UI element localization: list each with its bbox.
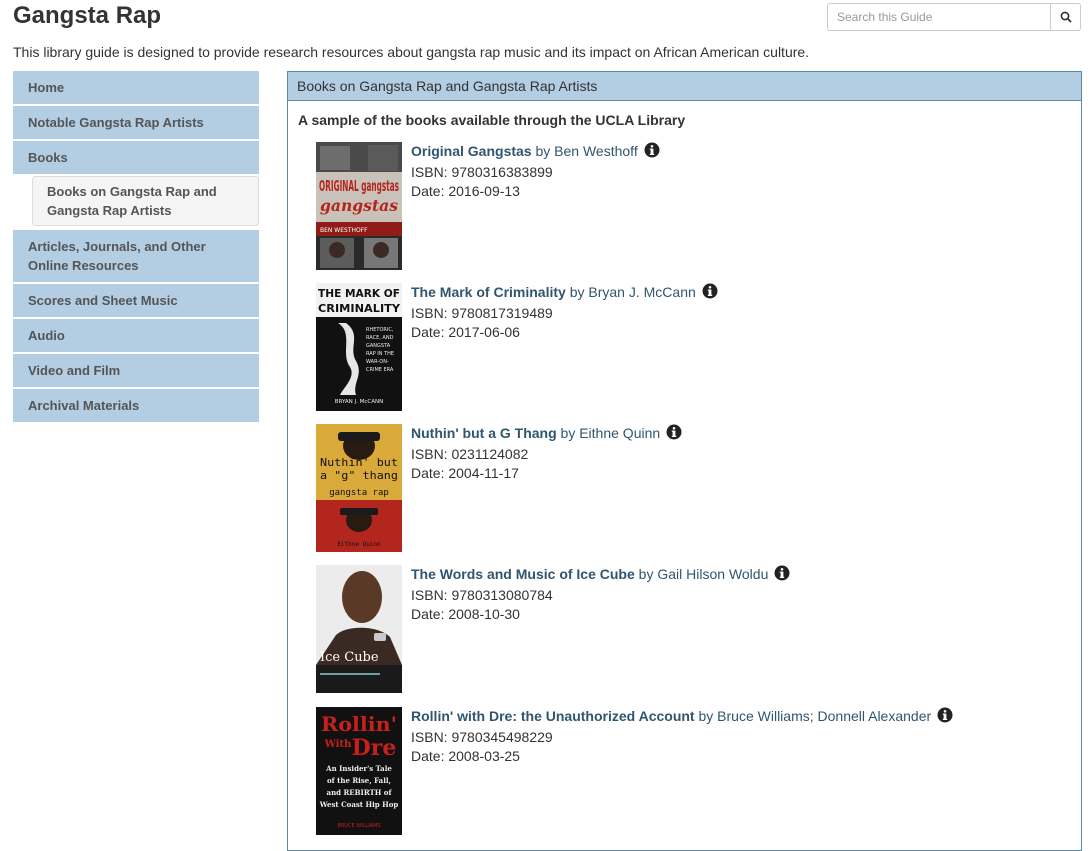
svg-text:RHETORIC,: RHETORIC, [366, 327, 394, 333]
book-cover[interactable]: Ice Cube [316, 565, 402, 693]
book-author-link[interactable]: Bryan J. McCann [588, 284, 695, 300]
info-icon[interactable] [666, 424, 682, 445]
nav-item-audio[interactable]: Audio [13, 319, 259, 352]
nav-item-scores[interactable]: Scores and Sheet Music [13, 284, 259, 317]
svg-text:Rollin': Rollin' [321, 712, 397, 736]
book-info: The Words and Music of Ice Cube by Gail … [411, 565, 1011, 624]
book-info: Nuthin' but a G Thang by Eithne Quinn IS… [411, 424, 1011, 483]
book-by: by [535, 143, 551, 159]
svg-text:Dre: Dre [352, 735, 397, 761]
book-info: The Mark of Criminality by Bryan J. McCa… [411, 283, 1011, 342]
book-title-link[interactable]: Original Gangstas [411, 143, 532, 159]
svg-text:With: With [324, 739, 352, 750]
svg-text:BRUCE WILLIAMS: BRUCE WILLIAMS [337, 823, 380, 829]
cover-author: BEN WESTHOFF [320, 227, 368, 234]
book-info: Original Gangstas by Ben Westhoff ISBN: … [411, 142, 1011, 201]
book-author-link[interactable]: Bruce Williams; Donnell Alexander [717, 708, 931, 724]
book-date: Date: 2004-11-17 [411, 465, 519, 481]
panel-subheading: A sample of the books available through … [298, 112, 686, 128]
book-title-link[interactable]: The Words and Music of Ice Cube [411, 566, 635, 582]
svg-text:WAR-ON-: WAR-ON- [366, 359, 389, 365]
svg-text:THE MARK OF: THE MARK OF [318, 287, 400, 300]
books-panel: Books on Gangsta Rap and Gangsta Rap Art… [287, 71, 1082, 851]
book-author-link[interactable]: Eithne Quinn [579, 425, 660, 441]
svg-text:CRIME ERA: CRIME ERA [366, 367, 394, 373]
search-icon [1060, 11, 1072, 23]
book-title-link[interactable]: Nuthin' but a G Thang [411, 425, 557, 441]
book-date: Date: 2016-09-13 [411, 183, 520, 199]
book-cover[interactable]: ORIGINAL gangstas gangstas BEN WESTHOFF [316, 142, 402, 270]
search-box [827, 3, 1081, 31]
svg-text:gangstas: gangstas [320, 196, 398, 215]
cover-title: ORIGINAL gangstas [319, 177, 399, 195]
svg-text:of the Rise, Fall,: of the Rise, Fall, [327, 776, 391, 785]
book-by: by [569, 284, 585, 300]
book-by: by [698, 708, 714, 724]
svg-text:RAP IN THE: RAP IN THE [366, 351, 394, 357]
book-cover[interactable]: THE MARK OF CRIMINALITY RHETORIC, RACE, … [316, 283, 402, 411]
book-info: Rollin' with Dre: the Unauthorized Accou… [411, 707, 1011, 766]
book-author-link[interactable]: Ben Westhoff [554, 143, 638, 159]
book-title-link[interactable]: The Mark of Criminality [411, 284, 566, 300]
panel-heading: Books on Gangsta Rap and Gangsta Rap Art… [288, 72, 1081, 101]
nav-item-home[interactable]: Home [13, 71, 259, 104]
cover-author: Eithne Quinn [337, 541, 381, 548]
svg-text:An Insider's Tale: An Insider's Tale [325, 764, 392, 773]
book-date: Date: 2017-06-06 [411, 324, 520, 340]
book-author-link[interactable]: Gail Hilson Woldu [657, 566, 768, 582]
book-by: by [638, 566, 654, 582]
book-date: Date: 2008-10-30 [411, 606, 520, 622]
cover-title: Ice Cube [320, 650, 379, 665]
book-isbn: ISBN: 0231124082 [411, 446, 529, 462]
cover-author: BRYAN J. McCANN [335, 399, 384, 405]
svg-text:West Coast Hip Hop: West Coast Hip Hop [319, 800, 399, 809]
nav-item-books[interactable]: Books [13, 141, 259, 174]
search-button[interactable] [1050, 3, 1081, 31]
info-icon[interactable] [774, 565, 790, 586]
book-cover[interactable]: Rollin' With Dre An Insider's Tale of th… [316, 707, 402, 835]
svg-text:gangsta rap: gangsta rap [329, 488, 389, 498]
nav-subitem-books-on-gangsta-rap[interactable]: Books on Gangsta Rap and Gangsta Rap Art… [32, 176, 259, 226]
svg-text:RACE, AND: RACE, AND [366, 335, 394, 341]
svg-text:and REBIRTH of: and REBIRTH of [327, 788, 393, 797]
search-input[interactable] [827, 3, 1050, 31]
page-title: Gangsta Rap [13, 2, 162, 29]
nav-item-video[interactable]: Video and Film [13, 354, 259, 387]
sidebar-nav: Home Notable Gangsta Rap Artists Books B… [13, 71, 259, 424]
nav-item-artists[interactable]: Notable Gangsta Rap Artists [13, 106, 259, 139]
info-icon[interactable] [702, 283, 718, 304]
book-isbn: ISBN: 9780345498229 [411, 729, 553, 745]
svg-text:GANGSTA: GANGSTA [366, 343, 391, 349]
svg-text:a "g" thang: a "g" thang [320, 469, 398, 482]
book-isbn: ISBN: 9780313080784 [411, 587, 553, 603]
svg-text:Nuthin' but: Nuthin' but [320, 456, 398, 469]
book-by: by [560, 425, 576, 441]
info-icon[interactable] [644, 142, 660, 163]
nav-item-archival[interactable]: Archival Materials [13, 389, 259, 422]
book-title-link[interactable]: Rollin' with Dre: the Unauthorized Accou… [411, 708, 695, 724]
info-icon[interactable] [937, 707, 953, 728]
guide-description: This library guide is designed to provid… [13, 44, 810, 60]
book-cover[interactable]: Nuthin' but a "g" thang gangsta rap Eith… [316, 424, 402, 552]
book-isbn: ISBN: 9780316383899 [411, 164, 553, 180]
svg-text:CRIMINALITY: CRIMINALITY [318, 302, 401, 315]
nav-item-articles[interactable]: Articles, Journals, and Other Online Res… [13, 230, 259, 282]
book-isbn: ISBN: 9780817319489 [411, 305, 553, 321]
book-date: Date: 2008-03-25 [411, 748, 520, 764]
